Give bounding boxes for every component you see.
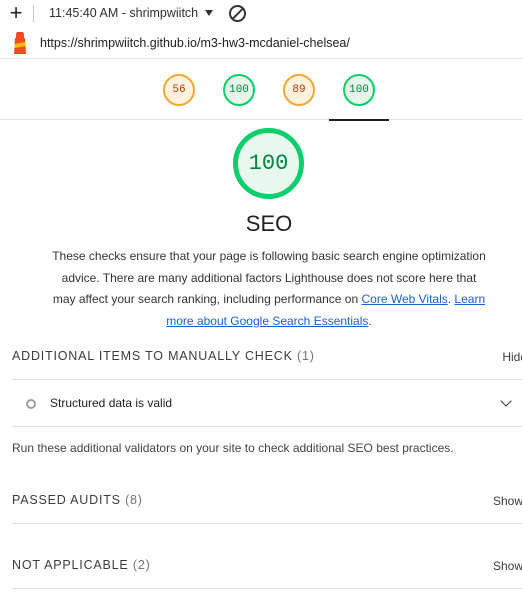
page-url: https://shrimpwiitch.github.io/m3-hw3-mc… xyxy=(40,36,350,50)
divider xyxy=(12,588,522,589)
tab-accessibility[interactable]: 100 xyxy=(223,74,255,106)
divider xyxy=(12,426,522,427)
chevron-down-icon[interactable] xyxy=(500,395,512,407)
browser-toolbar: + 11:45:40 AM - shrimpwiitch.g xyxy=(0,0,522,28)
manual-section-header: ADDITIONAL ITEMS TO MANUALLY CHECK (1) xyxy=(12,349,315,363)
na-section-title: NOT APPLICABLE xyxy=(12,558,129,572)
dropdown-caret-icon[interactable] xyxy=(205,10,213,16)
category-description: These checks ensure that your page is fo… xyxy=(52,246,486,332)
audit-structured-data[interactable]: Structured data is valid xyxy=(12,381,522,425)
manual-section-note: Run these additional validators on your … xyxy=(12,441,454,455)
lighthouse-logo-icon xyxy=(14,32,26,54)
na-section-count: (2) xyxy=(132,558,151,572)
passed-section-header[interactable]: PASSED AUDITS (8) xyxy=(12,493,143,507)
manual-check-icon xyxy=(26,399,36,409)
hide-manual-button[interactable]: Hide xyxy=(502,350,522,364)
show-passed-button[interactable]: Show xyxy=(493,494,522,508)
url-bar: https://shrimpwiitch.github.io/m3-hw3-mc… xyxy=(0,28,522,58)
tab-seo[interactable]: 100 xyxy=(343,74,375,106)
passed-section-title: PASSED AUDITS xyxy=(12,493,121,507)
clear-report-icon[interactable] xyxy=(229,5,246,22)
active-tab-indicator xyxy=(329,119,389,121)
passed-section-count: (8) xyxy=(125,493,143,507)
toolbar-divider xyxy=(33,5,34,22)
report-title: 11:45:40 AM - shrimpwiitch.g xyxy=(49,6,199,20)
show-na-button[interactable]: Show xyxy=(493,559,522,573)
divider xyxy=(12,523,522,524)
description-end: . xyxy=(368,313,372,328)
tab-best-practices[interactable]: 89 xyxy=(283,74,315,106)
na-section-header[interactable]: NOT APPLICABLE (2) xyxy=(12,558,151,572)
category-tabs: 56 100 89 100 xyxy=(0,58,522,121)
tab-performance[interactable]: 56 xyxy=(163,74,195,106)
audit-label: Structured data is valid xyxy=(50,396,173,410)
manual-section-count: (1) xyxy=(297,349,315,363)
new-tab-icon[interactable]: + xyxy=(7,2,25,24)
seo-score-gauge: 100 xyxy=(233,128,304,199)
category-title: SEO xyxy=(245,211,293,236)
manual-section-title: ADDITIONAL ITEMS TO MANUALLY CHECK xyxy=(12,349,293,363)
divider xyxy=(12,379,522,380)
core-web-vitals-link[interactable]: Core Web Vitals xyxy=(361,292,447,306)
